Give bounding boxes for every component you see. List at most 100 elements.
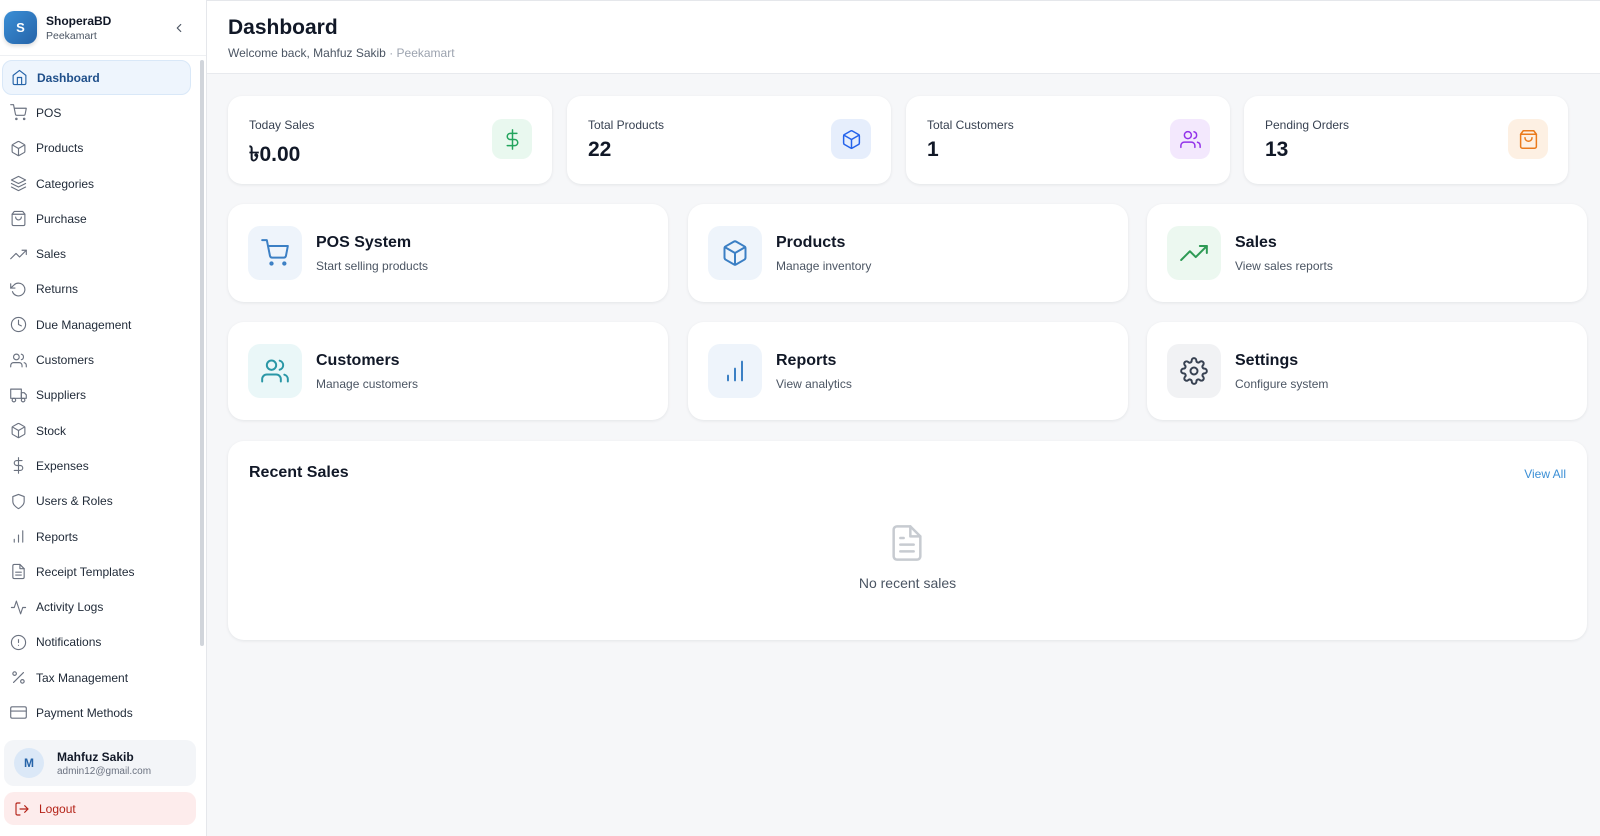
- stat-card-pending-orders: Pending Orders 13: [1244, 96, 1568, 184]
- sidebar-item-dashboard[interactable]: Dashboard: [2, 60, 191, 96]
- box-icon: [11, 140, 26, 156]
- sidebar-item-label: Customers: [36, 353, 95, 368]
- sidebar-item-suppliers[interactable]: Suppliers: [0, 378, 202, 413]
- trending-up-icon: [10, 249, 27, 259]
- collapse-sidebar-button[interactable]: [166, 15, 192, 41]
- sidebar: S ShoperaBD Peekamart Dashboard POS Produc…: [0, 0, 207, 836]
- sidebar-item-label: Sales: [36, 247, 67, 262]
- shield-icon: [12, 493, 25, 509]
- sidebar-item-payment-methods[interactable]: Payment Methods: [0, 695, 202, 726]
- sidebar-scrollbar[interactable]: [200, 60, 204, 646]
- sidebar-item-label: Expenses: [36, 458, 89, 473]
- bag-icon: [11, 211, 26, 227]
- recent-sales-title: Recent Sales: [249, 464, 349, 481]
- trending-up-icon: [1167, 226, 1221, 280]
- sidebar-item-products[interactable]: Products: [0, 131, 202, 166]
- stat-card-total-customers: Total Customers 1: [906, 96, 1230, 184]
- quick-action-title: POS System: [316, 234, 412, 251]
- box-icon: [831, 119, 871, 159]
- sidebar-item-activity-logs[interactable]: Activity Logs: [0, 589, 202, 624]
- sidebar-item-receipt-templates[interactable]: Receipt Templates: [0, 554, 202, 589]
- sidebar-item-purchase[interactable]: Purchase: [0, 201, 202, 236]
- users-icon: [10, 353, 27, 367]
- sidebar-item-label: Purchase: [36, 211, 87, 226]
- logout-button[interactable]: Logout: [4, 792, 196, 825]
- sidebar-item-returns[interactable]: Returns: [0, 272, 202, 307]
- sidebar-item-label: Products: [36, 141, 84, 156]
- quick-action-subtitle: View sales reports: [1235, 259, 1333, 273]
- quick-action-title: Products: [776, 234, 846, 251]
- sidebar-item-sales[interactable]: Sales: [0, 236, 202, 271]
- bar-chart-icon: [13, 530, 24, 543]
- quick-action-title: Reports: [776, 352, 837, 369]
- sidebar-item-label: Due Management: [36, 317, 132, 332]
- sidebar-item-label: Notifications: [36, 635, 102, 650]
- quick-action-subtitle: Manage inventory: [776, 259, 872, 273]
- view-all-link[interactable]: View All: [1524, 467, 1566, 481]
- sidebar-item-customers[interactable]: Customers: [0, 342, 202, 377]
- header-store-name: Peekamart: [396, 46, 455, 60]
- stat-card-total-products: Total Products 22: [567, 96, 891, 184]
- sidebar-item-label: Categories: [36, 176, 95, 191]
- gear-icon: [1167, 344, 1221, 398]
- bag-icon: [1508, 119, 1548, 159]
- sidebar-item-notifications[interactable]: Notifications: [0, 625, 202, 660]
- stat-value: ৳0.00: [249, 143, 301, 166]
- sidebar-item-label: Dashboard: [37, 70, 100, 85]
- stat-value: 1: [927, 138, 939, 161]
- users-icon: [248, 344, 302, 398]
- home-icon: [12, 69, 27, 86]
- quick-action-settings[interactable]: Settings Configure system: [1147, 322, 1587, 420]
- quick-action-sales[interactable]: Sales View sales reports: [1147, 204, 1587, 302]
- credit-card-icon: [10, 706, 27, 720]
- quick-action-subtitle: Configure system: [1235, 377, 1329, 391]
- sidebar-item-stock[interactable]: Stock: [0, 413, 202, 448]
- sidebar-item-reports[interactable]: Reports: [0, 519, 202, 554]
- separator: ·: [385, 46, 397, 60]
- sidebar-item-label: Tax Management: [36, 670, 129, 685]
- dollar-icon: [492, 119, 532, 159]
- user-name: Mahfuz Sakib: [57, 749, 134, 764]
- sidebar-item-pos[interactable]: POS: [0, 95, 202, 130]
- sidebar-item-categories[interactable]: Categories: [0, 166, 202, 201]
- stat-card-today-sales: Today Sales ৳0.00: [228, 96, 552, 184]
- sidebar-nav: Dashboard POS Products Categories Purchase Sa…: [0, 60, 202, 726]
- sidebar-item-label: Reports: [36, 529, 79, 544]
- chevron-left-icon: [176, 23, 182, 32]
- sidebar-item-label: Users & Roles: [36, 494, 113, 509]
- welcome-text: Welcome back, Mahfuz Sakib · Peekamart: [228, 46, 455, 60]
- quick-action-subtitle: Start selling products: [316, 259, 429, 273]
- alert-circle-icon: [10, 634, 27, 651]
- sidebar-item-due-management[interactable]: Due Management: [0, 307, 202, 342]
- sidebar-item-label: Stock: [36, 423, 67, 438]
- quick-action-title: Sales: [1235, 234, 1277, 251]
- sidebar-item-expenses[interactable]: Expenses: [0, 448, 202, 483]
- users-icon: [1170, 119, 1210, 159]
- quick-action-title: Customers: [316, 352, 400, 369]
- quick-action-subtitle: Manage customers: [316, 377, 419, 391]
- quick-action-reports[interactable]: Reports View analytics: [688, 322, 1128, 420]
- cart-icon: [248, 226, 302, 280]
- welcome-message: Welcome back, Mahfuz Sakib: [228, 46, 386, 60]
- empty-state-text: No recent sales: [858, 575, 957, 591]
- quick-action-subtitle: View analytics: [776, 377, 852, 391]
- recent-sales-panel: Recent Sales View All No recent sales: [228, 441, 1587, 640]
- stat-label: Total Products: [588, 118, 665, 132]
- quick-action-products[interactable]: Products Manage inventory: [688, 204, 1128, 302]
- sidebar-item-label: Suppliers: [36, 388, 87, 403]
- clock-icon: [10, 317, 27, 333]
- sidebar-item-tax-management[interactable]: Tax Management: [0, 660, 202, 695]
- file-icon: [12, 564, 25, 580]
- percent-icon: [12, 671, 25, 684]
- sidebar-item-label: Activity Logs: [36, 600, 104, 615]
- quick-action-customers[interactable]: Customers Manage customers: [228, 322, 668, 420]
- sidebar-item-users-and-roles[interactable]: Users & Roles: [0, 484, 202, 519]
- truck-icon: [10, 388, 27, 403]
- brand-header: S ShoperaBD Peekamart: [0, 0, 206, 56]
- quick-action-pos-system[interactable]: POS System Start selling products: [228, 204, 668, 302]
- sidebar-item-label: Receipt Templates: [36, 564, 135, 579]
- stat-value: 13: [1265, 138, 1289, 161]
- brand-logo: S: [4, 11, 37, 44]
- quick-action-title: Settings: [1235, 352, 1299, 369]
- user-profile-card[interactable]: M Mahfuz Sakib admin12@gmail.com: [4, 740, 196, 786]
